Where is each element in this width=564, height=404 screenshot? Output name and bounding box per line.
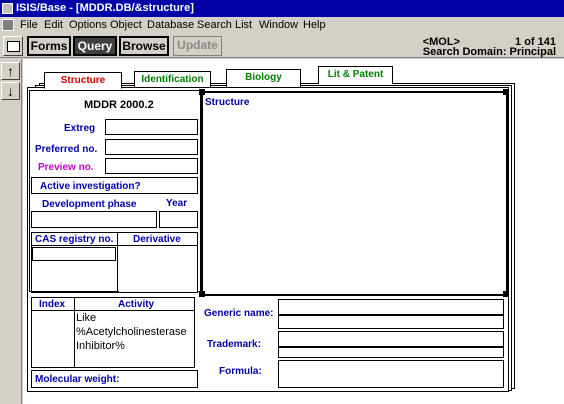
arrow-down-icon[interactable]: ↓ [1, 82, 20, 100]
query-button[interactable]: Query [73, 36, 117, 56]
corner-handle [199, 89, 205, 95]
extreg-field[interactable] [105, 119, 198, 135]
index-field[interactable] [32, 311, 74, 367]
menu-list[interactable]: List [235, 17, 252, 34]
forms-button[interactable]: Forms [27, 36, 71, 56]
year-label: Year [166, 198, 188, 209]
generic-name-field-2[interactable] [278, 315, 504, 329]
document-menu-icon[interactable] [2, 19, 14, 31]
cas-registry-field[interactable] [32, 247, 116, 261]
menu-database[interactable]: Database [147, 17, 194, 34]
divider [31, 245, 198, 246]
corner-handle [503, 89, 509, 95]
cas-registry-label: CAS registry no. [35, 234, 114, 245]
development-phase-field[interactable] [31, 211, 157, 228]
preview-no-field[interactable] [105, 158, 198, 174]
window-title: ISIS/Base - [MDDR.DB/&structure] [16, 2, 194, 14]
formula-label: Formula: [219, 366, 262, 377]
activity-field[interactable]: Like %Acetylcholinesterase Inhibitor% [75, 311, 194, 355]
derivative-field[interactable] [119, 247, 197, 292]
title-bar: ISIS/Base - [MDDR.DB/&structure] [0, 0, 564, 17]
trademark-field-1[interactable] [278, 331, 504, 347]
menu-bar: File Edit Options Object Database Search… [0, 17, 564, 34]
db-title: MDDR 2000.2 [84, 99, 154, 111]
corner-handle [503, 291, 509, 297]
extreg-label: Extreg [64, 123, 96, 134]
menu-window[interactable]: Window [259, 17, 298, 34]
trademark-label: Trademark: [207, 339, 261, 350]
molecular-weight-label: Molecular weight: [35, 374, 120, 385]
active-investigation-label: Active investigation? [40, 181, 141, 192]
corner-handle [199, 291, 205, 297]
year-field[interactable] [159, 211, 198, 228]
generic-name-label: Generic name: [204, 308, 274, 319]
tab-lit-patent[interactable]: Lit & Patent [318, 66, 393, 84]
structure-label: Structure [205, 97, 250, 108]
tab-structure[interactable]: Structure [44, 72, 122, 89]
search-domain: Search Domain: Principal [422, 46, 556, 58]
preferred-no-field[interactable] [105, 139, 198, 155]
development-phase-label: Development phase [42, 199, 137, 210]
tab-biology[interactable]: Biology [226, 69, 301, 87]
form-icon[interactable] [3, 36, 23, 56]
activity-label: Activity [118, 299, 155, 310]
index-label: Index [39, 299, 66, 310]
menu-search[interactable]: Search [197, 17, 232, 34]
menu-file[interactable]: File [20, 17, 38, 34]
menu-object[interactable]: Object [110, 17, 142, 34]
structure-drawing-area[interactable] [201, 91, 508, 296]
trademark-field-2[interactable] [278, 347, 504, 358]
arrow-up-icon[interactable]: ↑ [1, 62, 20, 80]
navigation-strip: ↑ ↓ [0, 59, 22, 404]
update-button[interactable]: Update [173, 36, 222, 56]
generic-name-field-1[interactable] [278, 299, 504, 315]
divider [117, 232, 118, 293]
menu-edit[interactable]: Edit [44, 17, 63, 34]
derivative-label: Derivative [133, 234, 181, 245]
preview-no-label: Preview no. [38, 162, 94, 173]
menu-help[interactable]: Help [303, 17, 326, 34]
preferred-no-label: Preferred no. [35, 144, 98, 155]
app-icon [2, 3, 13, 14]
menu-options[interactable]: Options [69, 17, 107, 34]
formula-field[interactable] [278, 360, 504, 388]
browse-button[interactable]: Browse [119, 36, 169, 56]
